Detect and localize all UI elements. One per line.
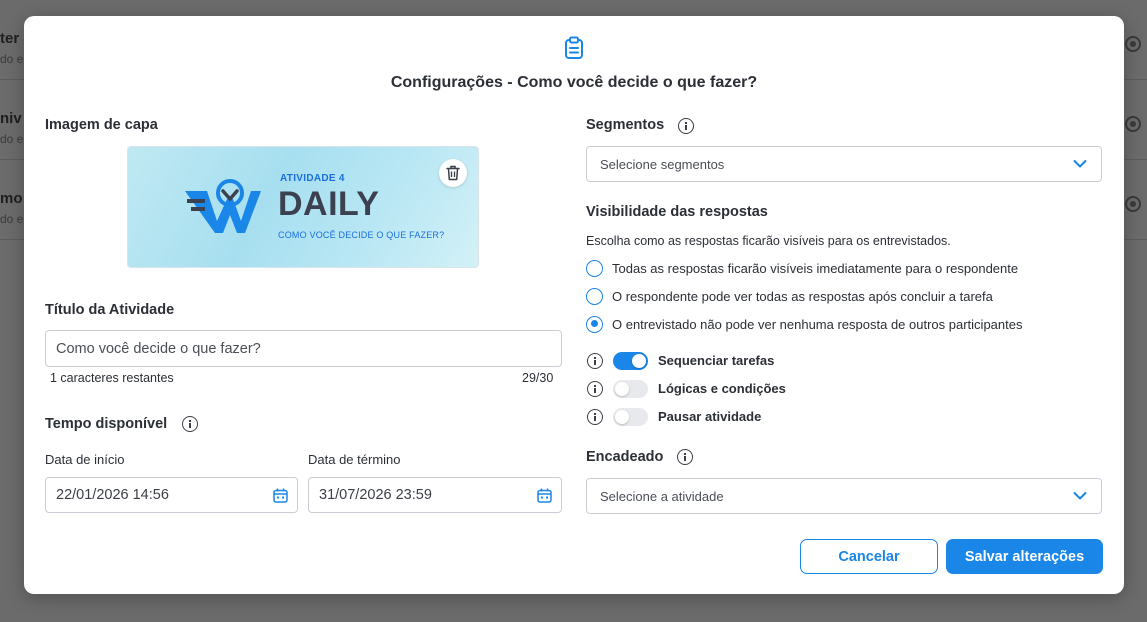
segments-select[interactable]: Selecione segmentos	[586, 146, 1102, 182]
cover-image[interactable]: ATIVIDADE 4 DAILY COMO VOCÊ DECIDE O QUE…	[127, 146, 479, 268]
background-row-subtitle: do e	[0, 52, 24, 66]
cover-kicker: ATIVIDADE 4	[280, 173, 345, 184]
chained-placeholder: Selecione a atividade	[600, 488, 724, 504]
background-row-title: niv	[0, 110, 22, 127]
info-icon[interactable]	[587, 353, 603, 369]
cover-subtitle: COMO VOCÊ DECIDE O QUE FAZER?	[278, 230, 445, 240]
visibility-option-label: Todas as respostas ficarão visíveis imed…	[612, 260, 1019, 276]
visibility-option[interactable]: O respondente pode ver todas as resposta…	[586, 287, 993, 305]
background-row-title: ter	[0, 30, 20, 47]
sequence-tasks-toggle[interactable]	[613, 352, 648, 370]
info-icon[interactable]	[587, 409, 603, 425]
cover-brand: DAILY	[278, 185, 380, 223]
radio-button[interactable]	[586, 259, 603, 277]
cancel-button[interactable]: Cancelar	[800, 539, 938, 574]
settings-icon	[1125, 36, 1141, 52]
calendar-icon[interactable]	[537, 488, 552, 503]
daily-logo-icon	[185, 179, 261, 233]
info-icon[interactable]	[677, 449, 693, 465]
toggle-label: Lógicas e condições	[658, 381, 786, 396]
delete-cover-button[interactable]	[439, 159, 467, 187]
available-time-label: Tempo disponível	[45, 416, 168, 432]
activity-title-input[interactable]: Como você decide o que fazer?	[45, 330, 562, 367]
end-date-input[interactable]: 31/07/2026 23:59	[308, 477, 562, 513]
visibility-label: Visibilidade das respostas	[586, 204, 768, 220]
start-date-input[interactable]: 22/01/2026 14:56	[45, 477, 298, 513]
segments-placeholder: Selecione segmentos	[600, 156, 725, 172]
trash-icon	[446, 165, 460, 181]
info-icon[interactable]	[587, 381, 603, 397]
visibility-option[interactable]: Todas as respostas ficarão visíveis imed…	[586, 259, 1018, 277]
end-date-label: Data de término	[308, 452, 401, 467]
settings-icon	[1125, 196, 1141, 212]
info-icon[interactable]	[678, 118, 694, 134]
chevron-down-icon	[1073, 160, 1087, 168]
activity-title-label: Título da Atividade	[45, 302, 175, 318]
radio-button[interactable]	[586, 287, 603, 305]
logic-conditions-toggle[interactable]	[613, 380, 648, 398]
start-date-value: 22/01/2026 14:56	[56, 487, 169, 503]
toggle-label: Pausar atividade	[658, 409, 762, 424]
settings-modal: Configurações - Como você decide o que f…	[24, 16, 1124, 594]
background-row-subtitle: do e	[0, 132, 24, 146]
chained-activity-select[interactable]: Selecione a atividade	[586, 478, 1102, 514]
calendar-icon[interactable]	[273, 488, 288, 503]
save-changes-button[interactable]: Salvar alterações	[946, 539, 1103, 574]
cover-image-label: Imagem de capa	[45, 117, 158, 133]
clipboard-icon	[565, 36, 583, 59]
toggle-label: Sequenciar tarefas	[658, 353, 775, 368]
characters-remaining: 1 caracteres restantes	[50, 371, 174, 385]
pause-activity-toggle[interactable]	[613, 408, 648, 426]
end-date-value: 31/07/2026 23:59	[319, 487, 432, 503]
settings-icon	[1125, 116, 1141, 132]
radio-button-checked[interactable]	[586, 315, 603, 333]
character-counter: 29/30	[522, 371, 554, 385]
visibility-help: Escolha como as respostas ficarão visíve…	[586, 234, 951, 248]
chevron-down-icon	[1073, 492, 1087, 500]
start-date-label: Data de início	[45, 452, 125, 467]
visibility-option-label: O entrevistado não pode ver nenhuma resp…	[612, 316, 1023, 332]
segments-label: Segmentos	[586, 117, 665, 133]
info-icon[interactable]	[182, 416, 198, 432]
chained-label: Encadeado	[586, 449, 664, 465]
visibility-option-label: O respondente pode ver todas as resposta…	[612, 288, 993, 304]
visibility-option[interactable]: O entrevistado não pode ver nenhuma resp…	[586, 315, 1022, 333]
modal-title: Configurações - Como você decide o que f…	[390, 74, 758, 91]
background-row-subtitle: do e	[0, 212, 24, 226]
